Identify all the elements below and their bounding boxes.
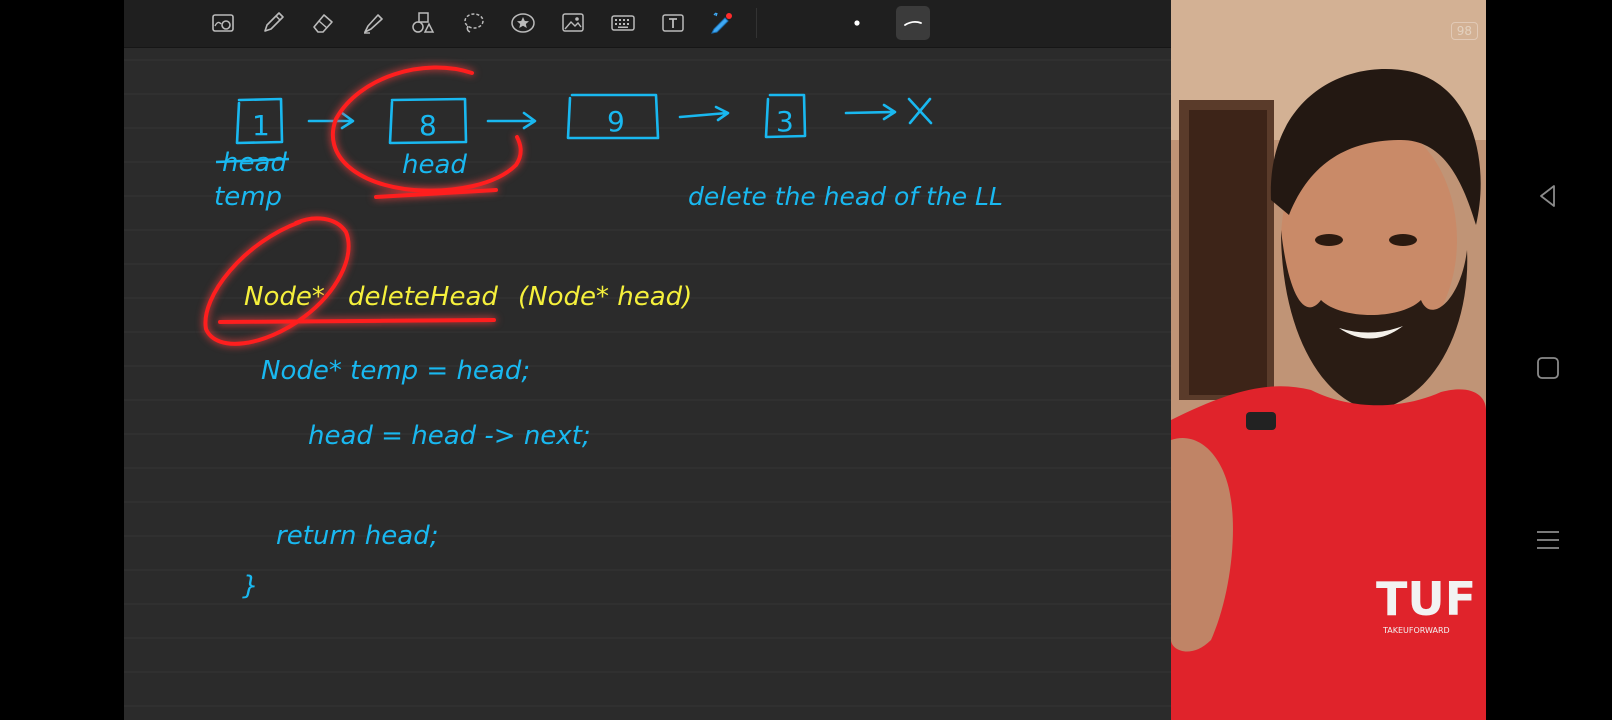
code-line: head = head -> next; [308, 421, 591, 451]
stroke-style-option[interactable] [896, 6, 930, 40]
pen-icon [264, 12, 284, 32]
pen-tool[interactable] [256, 6, 290, 40]
image-icon [562, 13, 584, 32]
highlighter-tool[interactable] [356, 6, 390, 40]
home-icon [1537, 357, 1559, 379]
image-tool[interactable] [556, 6, 590, 40]
task-description: delete the head of the LL [688, 182, 1003, 211]
shapes-tool[interactable] [406, 6, 440, 40]
pen-size-option[interactable] [840, 6, 874, 40]
eraser-tool[interactable] [306, 6, 340, 40]
temp-label: temp [214, 182, 282, 212]
text-box-icon [662, 14, 684, 32]
system-navigation-bar [1486, 0, 1612, 720]
laser-pointer-tool[interactable] [704, 6, 738, 40]
drawing-toolbar [124, 0, 1171, 48]
function-name: deleteHead [348, 282, 498, 312]
null-terminator-mark [907, 97, 933, 125]
arrow [307, 111, 355, 130]
code-line: Node* temp = head; [261, 356, 530, 386]
shirt-logo: TUF [1376, 572, 1476, 626]
notebook-page[interactable]: 1 8 9 3 head temp head delete the head o… [124, 0, 1171, 720]
arrow [844, 103, 897, 121]
lasso-tool[interactable] [456, 6, 490, 40]
laser-underline-return-type [218, 318, 496, 324]
arrow [678, 105, 730, 122]
recents-button[interactable] [1530, 522, 1566, 558]
keyboard-tool[interactable] [606, 6, 640, 40]
closing-brace: } [242, 571, 259, 601]
toolbar-divider [756, 8, 757, 38]
handwriting-canvas[interactable]: 1 8 9 3 head temp head delete the head o… [124, 47, 1171, 720]
laser-pointer-icon [711, 12, 732, 34]
node-value: 1 [252, 109, 270, 142]
recents-icon [1537, 531, 1559, 549]
code-line: return head; [276, 521, 438, 551]
presenter-video: TUF TAKEUFORWARD [1171, 0, 1486, 720]
back-button[interactable] [1530, 178, 1566, 214]
eraser-icon [313, 14, 333, 33]
home-button[interactable] [1530, 350, 1566, 386]
shirt-logo-subtext: TAKEUFORWARD [1382, 626, 1450, 635]
elements-icon [511, 13, 535, 33]
node-value: 3 [776, 105, 794, 138]
dot-size-icon [854, 20, 860, 26]
highlighter-icon [364, 14, 383, 34]
camera-feed: TUF TAKEUFORWARD 98 [1171, 0, 1486, 720]
keyboard-icon [611, 15, 635, 31]
shapes-icon [412, 12, 435, 33]
function-params: (Node* head) [518, 282, 692, 312]
text-box-tool[interactable] [656, 6, 690, 40]
zoom-box-icon [212, 14, 234, 32]
lasso-icon [464, 13, 484, 33]
back-icon [1540, 185, 1555, 207]
stroke-style-icon [904, 20, 922, 26]
arrow [486, 111, 537, 130]
zoom-box-tool[interactable] [206, 6, 240, 40]
node-value: 9 [607, 105, 625, 138]
node-value: 8 [419, 109, 437, 142]
elements-tool[interactable] [506, 6, 540, 40]
linked-list-diagram [235, 93, 933, 145]
head-label: head [402, 150, 467, 180]
channel-badge: 98 [1450, 22, 1478, 40]
struck-head-label: head [222, 148, 287, 178]
